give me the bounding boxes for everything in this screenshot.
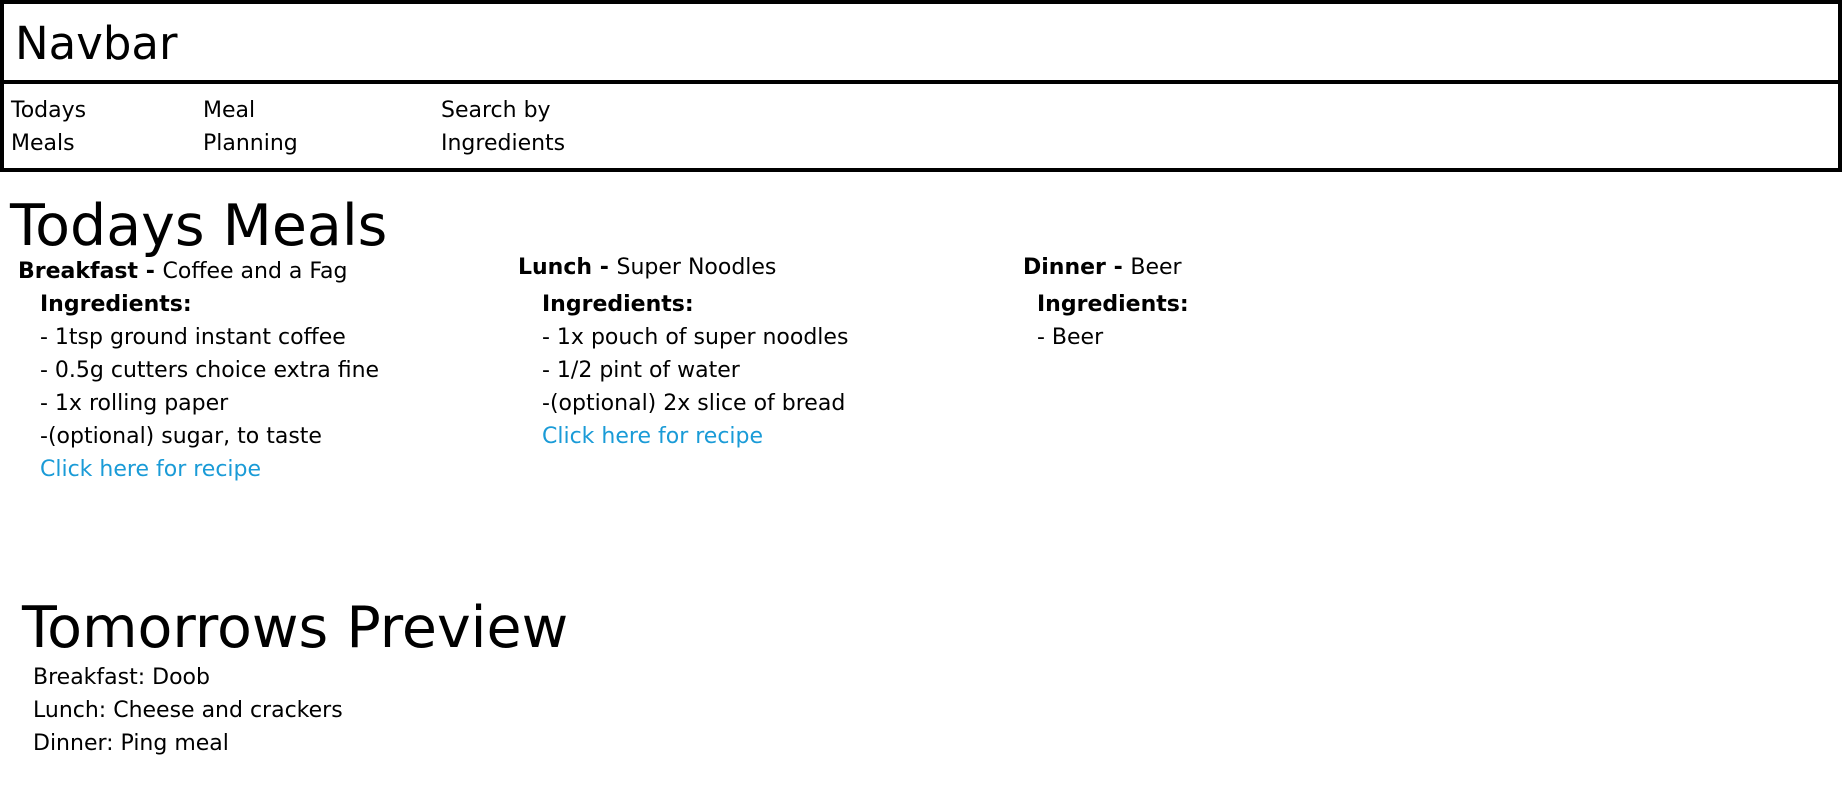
meal-type: Lunch: [518, 255, 593, 280]
ingredient-item: - 1x rolling paper: [40, 391, 229, 416]
ingredients-label: Ingredients:: [1037, 292, 1189, 317]
recipe-link-breakfast[interactable]: Click here for recipe: [40, 453, 379, 486]
meal-separator: -: [1105, 255, 1131, 280]
meal-type: Breakfast: [18, 259, 139, 284]
nav-item-search-by-ingredients[interactable]: Search by Ingredients: [441, 94, 661, 160]
ingredient-item: -(optional) 2x slice of bread: [542, 391, 846, 416]
ingredient-item: - Beer: [1037, 325, 1104, 350]
meal-heading: Lunch - Super Noodles: [518, 251, 848, 284]
nav-item-label-line2: Planning: [203, 131, 298, 156]
nav-item-meal-planning[interactable]: Meal Planning: [203, 94, 353, 160]
ingredients-list: Ingredients: - 1x pouch of super noodles…: [542, 288, 848, 453]
tomorrows-preview-list: Breakfast: Doob Lunch: Cheese and cracke…: [33, 661, 343, 760]
ingredients-label: Ingredients:: [40, 292, 192, 317]
ingredients-list: Ingredients: - 1tsp ground instant coffe…: [40, 288, 379, 486]
meal-name: Coffee and a Fag: [162, 259, 348, 284]
recipe-link-lunch[interactable]: Click here for recipe: [542, 420, 848, 453]
ingredient-item: - 1/2 pint of water: [542, 358, 740, 383]
nav-item-label-line2: Ingredients: [441, 131, 566, 156]
meal-heading: Breakfast - Coffee and a Fag: [18, 255, 379, 288]
meal-separator: -: [138, 259, 163, 284]
meal-name: Super Noodles: [616, 255, 777, 280]
ingredient-item: - 1x pouch of super noodles: [542, 325, 849, 350]
nav-item-todays-meals[interactable]: Todays Meals: [11, 94, 161, 160]
meal-heading: Dinner - Beer: [1023, 251, 1189, 284]
tomorrows-preview-title: Tomorrows Preview: [22, 595, 569, 661]
nav-menu: Todays Meals Meal Planning Search by Ing…: [0, 80, 1842, 172]
ingredient-item: - 1tsp ground instant coffee: [40, 325, 346, 350]
preview-item-breakfast: Breakfast: Doob: [33, 665, 210, 690]
ingredient-item: -(optional) sugar, to taste: [40, 424, 322, 449]
nav-item-label-line1: Search by: [441, 98, 551, 123]
ingredients-list: Ingredients: - Beer: [1037, 288, 1189, 354]
navbar: Navbar: [0, 0, 1842, 84]
meal-card-lunch: Lunch - Super Noodles Ingredients: - 1x …: [518, 251, 848, 453]
nav-item-label-line1: Todays: [11, 98, 87, 123]
meal-separator: -: [592, 255, 617, 280]
nav-item-label-line2: Meals: [11, 131, 75, 156]
meal-type: Dinner: [1023, 255, 1106, 280]
todays-meals-title: Todays Meals: [10, 193, 388, 259]
ingredients-label: Ingredients:: [542, 292, 694, 317]
meal-card-dinner: Dinner - Beer Ingredients: - Beer: [1023, 251, 1189, 354]
preview-item-dinner: Dinner: Ping meal: [33, 731, 229, 756]
meal-card-breakfast: Breakfast - Coffee and a Fag Ingredients…: [18, 255, 379, 486]
nav-item-label-line1: Meal: [203, 98, 256, 123]
meal-name: Beer: [1130, 255, 1182, 280]
ingredient-item: - 0.5g cutters choice extra fine: [40, 358, 380, 383]
preview-item-lunch: Lunch: Cheese and crackers: [33, 698, 343, 723]
navbar-title: Navbar: [15, 17, 178, 70]
